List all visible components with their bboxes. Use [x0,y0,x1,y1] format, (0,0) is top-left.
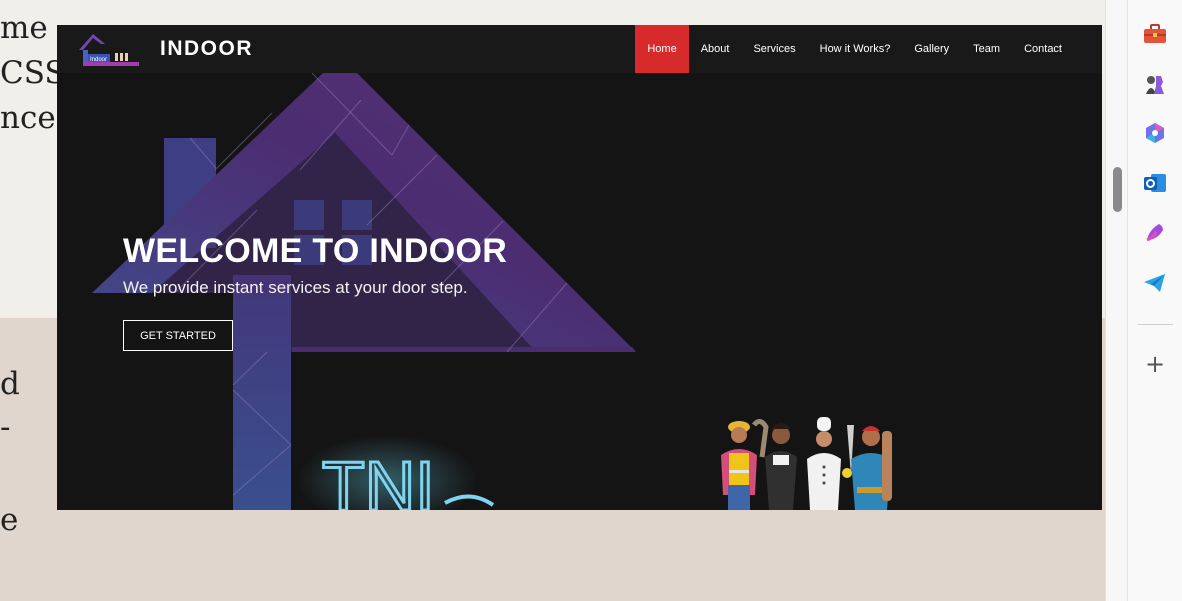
brand-name[interactable]: INDOOR [160,37,253,61]
top-navbar: Indoor INDOOR Home About Services How it… [57,25,1102,73]
nav-gallery[interactable]: Gallery [902,25,961,73]
sidebar-divider [1138,324,1173,325]
scrollbar-track[interactable] [1105,0,1128,601]
background-text-line: e [0,502,19,538]
outlook-icon[interactable] [1142,170,1168,196]
background-text-line: d [0,366,20,402]
hero-title: WELCOME TO INDOOR [123,232,508,270]
add-sidebar-app-button[interactable]: + [1142,351,1168,377]
nav-about[interactable]: About [689,25,742,73]
scrollbar-thumb[interactable] [1113,167,1122,212]
nav-contact[interactable]: Contact [1012,25,1102,73]
background-text-line: - [0,409,11,445]
chess-pieces-icon[interactable] [1142,71,1168,97]
main-nav: Home About Services How it Works? Galler… [635,25,1102,73]
svg-text:Indoor: Indoor [90,57,107,63]
service-workers-illustration [721,417,892,510]
toolbox-icon[interactable] [1142,21,1168,47]
designer-icon[interactable] [1142,219,1168,245]
nav-how-it-works[interactable]: How it Works? [808,25,903,73]
background-text-line: me [0,10,48,46]
nav-home[interactable]: Home [635,25,689,73]
background-text-line: nce [0,100,56,136]
nav-team[interactable]: Team [961,25,1012,73]
get-started-button[interactable]: GET STARTED [123,320,233,351]
nav-services[interactable]: Services [741,25,807,73]
browser-sidebar: + [1127,0,1182,601]
website-preview: TNI Indoor INDOOR Home About Services Ho… [57,25,1102,510]
hero-subtitle: We provide instant services at your door… [123,278,468,297]
telegram-send-icon[interactable] [1142,270,1168,296]
indoor-logo[interactable]: Indoor [75,28,139,68]
copilot-icon[interactable] [1142,120,1168,146]
neon-sign-text: TNI [322,447,435,510]
